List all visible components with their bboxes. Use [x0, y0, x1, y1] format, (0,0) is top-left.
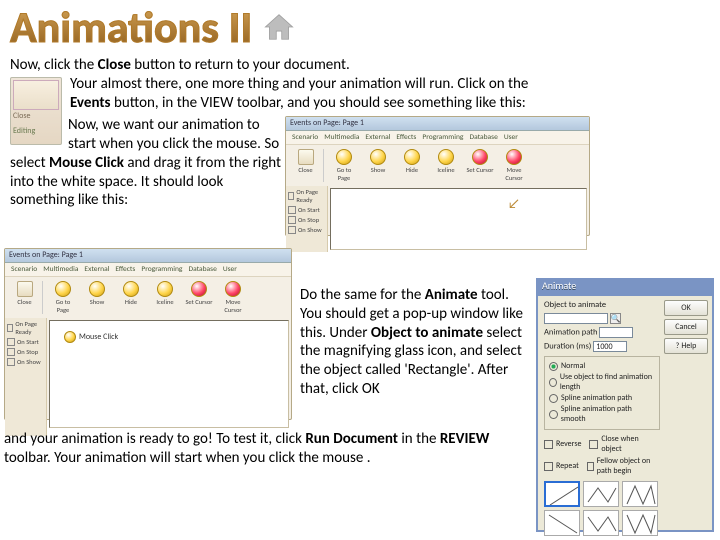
path-thumb-5[interactable]	[583, 510, 619, 536]
duration-input[interactable]: 1000	[593, 341, 627, 352]
toolbox-thumbnail: Close Editing	[10, 77, 62, 145]
help-button[interactable]: ?Help	[664, 338, 708, 354]
radio-spline[interactable]: Spline animation path	[549, 393, 655, 403]
radio-normal[interactable]: Normal	[549, 361, 655, 371]
events-panel-screenshot-2: Events on Page: Page 1 ScenarioMultimedi…	[4, 248, 292, 420]
hide-icon: Hide	[398, 149, 426, 182]
object-to-animate-input[interactable]	[544, 313, 608, 324]
magnifier-icon[interactable]: 🔍	[610, 313, 621, 324]
check-follow[interactable]: Fellow object on path begin	[587, 456, 660, 476]
dragged-mouse-click-item: Mouse Click	[64, 331, 118, 343]
instruction-animate-tool: Do the same for the Animate tool. You sh…	[300, 286, 528, 399]
set-cursor-icon: Set Cursor	[466, 149, 494, 182]
cancel-button[interactable]: Cancel	[664, 319, 708, 335]
toolbar-close-button[interactable]: Close	[292, 149, 324, 182]
instruction-close: Now, click the Close button to return to…	[10, 56, 710, 75]
drag-arrow-icon: ↙	[508, 195, 520, 212]
events-panel-screenshot-1: Events on Page: Page 1 ScenarioMultimedi…	[285, 116, 590, 236]
home-icon	[262, 12, 296, 42]
instruction-events: Your almost there, one more thing and yo…	[70, 75, 570, 113]
go-to-page-icon: Go to Page	[330, 149, 358, 182]
path-thumb-2[interactable]	[583, 481, 619, 507]
radio-spline-smooth[interactable]: Spline animation path smooth	[549, 404, 655, 424]
path-thumbnails	[544, 481, 660, 536]
animate-dialog: Animate OK Cancel ?Help Object to animat…	[536, 278, 714, 532]
events-side-list: On Page Ready On Start On Stop On Show	[286, 186, 328, 252]
check-reverse[interactable]: Reverse	[544, 434, 581, 454]
events-toolbar-row: Close Go to Page Show Hide Iceline Set C…	[286, 145, 589, 186]
page-title: Animations II	[10, 0, 252, 54]
show-icon: Show	[364, 149, 392, 182]
check-repeat[interactable]: Repeat	[544, 456, 579, 476]
iceline-icon: Iceline	[432, 149, 460, 182]
path-thumb-1[interactable]	[544, 481, 580, 507]
check-close[interactable]: Close when object	[589, 434, 660, 454]
path-thumb-3[interactable]	[622, 481, 658, 507]
events-panel-tabs: ScenarioMultimedia ExternalEffects Progr…	[286, 131, 589, 145]
ok-button[interactable]: OK	[664, 300, 708, 316]
events-panel-header: Events on Page: Page 1	[286, 117, 589, 131]
options-group: Normal Use object to find animation leng…	[544, 356, 660, 430]
path-thumb-4[interactable]	[544, 510, 580, 536]
object-to-animate-label: Object to animate	[544, 300, 660, 310]
instruction-run-document: and your animation is ready to go! To te…	[4, 430, 532, 468]
radio-use-object[interactable]: Use object to find animation length	[549, 372, 655, 392]
dialog-title: Animate	[542, 279, 576, 292]
move-cursor-icon: Move Cursor	[500, 149, 528, 182]
path-thumb-6[interactable]	[622, 510, 658, 536]
animation-path-input[interactable]	[599, 327, 633, 338]
